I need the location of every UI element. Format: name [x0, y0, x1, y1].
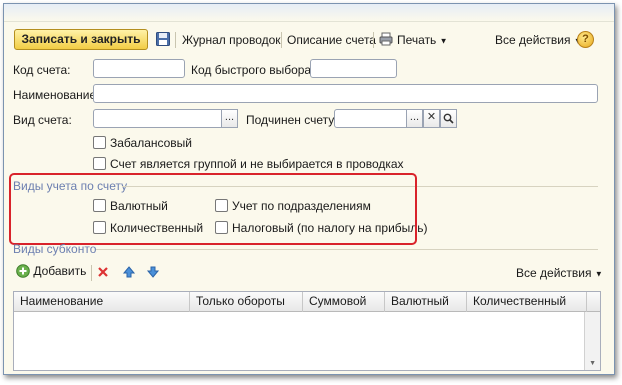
search-icon[interactable]	[440, 109, 457, 128]
add-icon	[16, 264, 30, 278]
subconto-all-actions-menu[interactable]: Все действия ▼	[516, 266, 603, 280]
subconto-title: Виды субконто	[13, 242, 97, 256]
all-actions-menu[interactable]: Все действия ▼	[495, 33, 582, 47]
group-checkbox[interactable]	[93, 157, 106, 170]
group-divider	[96, 249, 598, 250]
description-link[interactable]: Описание счета	[287, 33, 376, 47]
account-code-label: Код счета:	[13, 63, 71, 77]
window-top-edge	[4, 4, 614, 22]
account-type-label: Вид счета:	[13, 113, 72, 127]
scroll-down-icon[interactable]: ▼	[589, 360, 596, 367]
print-menu-label: Печать	[397, 33, 437, 47]
column-header[interactable]: Наименование	[14, 292, 190, 312]
parent-account-label: Подчинен счету:	[246, 113, 338, 127]
floppy-disk-icon[interactable]	[156, 32, 170, 46]
clear-icon[interactable]: ✕	[423, 109, 440, 128]
column-header[interactable]: Валютный	[385, 292, 467, 312]
journal-link[interactable]: Журнал проводок	[182, 33, 281, 47]
quick-code-input[interactable]	[310, 59, 397, 78]
name-label: Наименование:	[13, 88, 100, 102]
printer-icon	[379, 32, 393, 46]
move-down-icon[interactable]	[146, 265, 160, 279]
offbalance-checkbox[interactable]	[93, 136, 106, 149]
toolbar-separator	[91, 265, 92, 281]
column-header[interactable]: Суммовой	[303, 292, 385, 312]
account-code-input[interactable]	[93, 59, 185, 78]
delete-icon[interactable]	[97, 266, 109, 278]
parent-account-select-button[interactable]: ...	[406, 109, 423, 128]
add-button[interactable]: Добавить	[16, 264, 86, 278]
parent-account-input[interactable]: ... ✕	[334, 109, 457, 128]
offbalance-label: Забалансовый	[110, 136, 193, 150]
vertical-scrollbar[interactable]: ▼	[584, 312, 600, 370]
toolbar-separator	[281, 32, 282, 48]
subconto-all-actions-label: Все действия	[516, 266, 592, 280]
name-input[interactable]	[93, 84, 598, 103]
add-button-label: Добавить	[33, 264, 87, 278]
chevron-down-icon: ▼	[594, 269, 603, 279]
group-label: Счет является группой и не выбирается в …	[110, 157, 404, 171]
save-and-close-button[interactable]: Записать и закрыть	[14, 29, 148, 50]
command-bar: Записать и закрыть Журнал проводок Описа…	[12, 29, 602, 53]
magnifier-glyph	[443, 113, 454, 124]
print-menu[interactable]: Печать ▼	[397, 33, 448, 47]
account-type-input[interactable]: ...	[93, 109, 238, 128]
chevron-down-icon: ▼	[439, 36, 448, 46]
column-header[interactable]: Количественный	[467, 292, 587, 312]
subconto-table[interactable]: Наименование Только обороты Суммовой Вал…	[13, 291, 601, 371]
account-type-select-button[interactable]: ...	[221, 109, 238, 128]
toolbar-separator	[373, 32, 374, 48]
all-actions-label: Все действия	[495, 33, 571, 47]
form-window: Записать и закрыть Журнал проводок Описа…	[3, 3, 615, 375]
toolbar-separator	[175, 32, 176, 48]
move-up-icon[interactable]	[122, 265, 136, 279]
highlight-frame	[9, 173, 417, 245]
column-header[interactable]: Только обороты	[190, 292, 303, 312]
table-header: Наименование Только обороты Суммовой Вал…	[14, 292, 600, 312]
help-icon[interactable]: ?	[577, 31, 594, 48]
quick-code-label: Код быстрого выбора:	[191, 63, 315, 77]
